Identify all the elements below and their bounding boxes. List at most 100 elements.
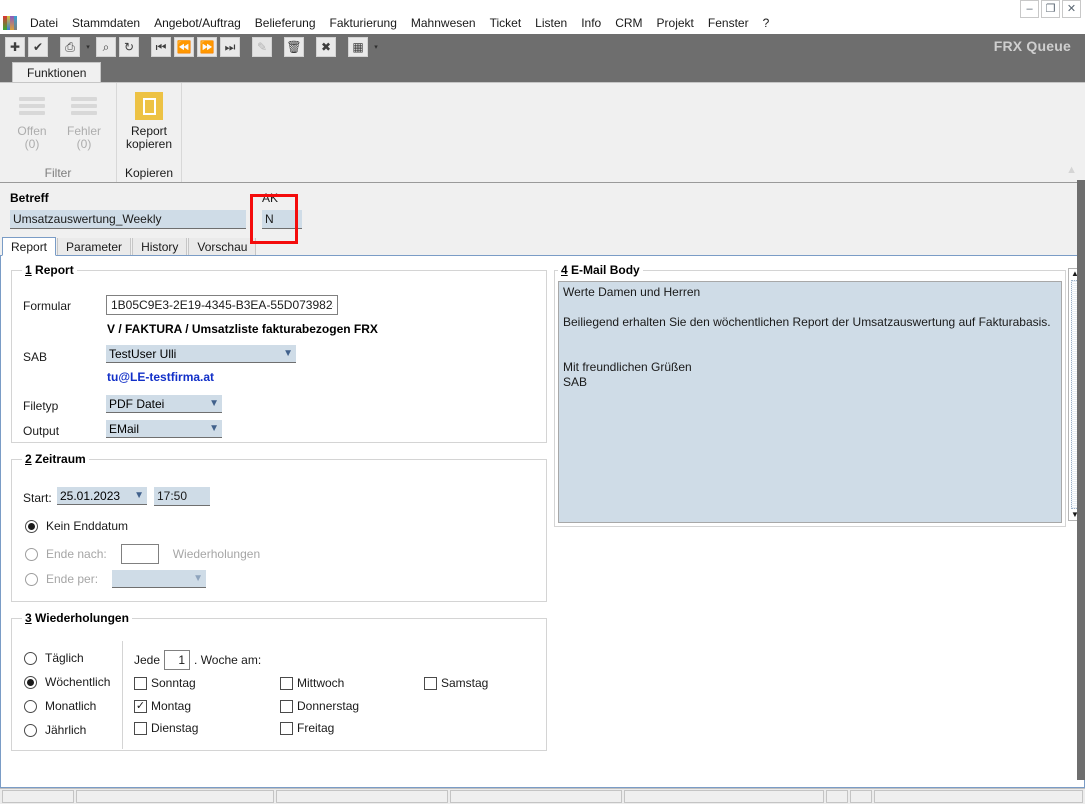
- ribbon-group-filter-items: Offen (0) Fehler (0): [6, 88, 110, 153]
- ende-per-datepicker[interactable]: ▼: [112, 570, 207, 588]
- menu-item-ticket[interactable]: Ticket: [483, 14, 529, 32]
- menu-item-datei[interactable]: Datei: [23, 14, 65, 32]
- radio-ende-nach-label: Ende nach:: [46, 547, 107, 561]
- checkbox-mittwoch-row[interactable]: Mittwoch: [280, 676, 344, 690]
- tab-report[interactable]: Report: [2, 237, 57, 256]
- checkbox-mittwoch[interactable]: [280, 676, 293, 690]
- checkbox-freitag-row[interactable]: Freitag: [280, 721, 334, 735]
- radio-monatlich-row[interactable]: Monatlich: [24, 699, 96, 713]
- ribbon-body: Offen (0) Fehler (0) Filter Report kopie…: [0, 82, 1085, 182]
- checkbox-dienstag-row[interactable]: Dienstag: [134, 721, 198, 735]
- restore-button[interactable]: ❐: [1041, 0, 1060, 18]
- betreff-label: Betreff: [10, 191, 49, 205]
- confirm-icon[interactable]: ✔: [28, 37, 48, 57]
- new-icon[interactable]: ✚: [5, 37, 25, 57]
- menu-item-listen[interactable]: Listen: [528, 14, 574, 32]
- radio-ende-per[interactable]: [25, 572, 38, 586]
- window-titlebar: – ❐ ✕: [0, 0, 1085, 18]
- group-zeitraum-number: 2: [25, 452, 32, 466]
- next-record-icon[interactable]: ⏩: [197, 37, 217, 57]
- interval-row: Jede . Woche am:: [134, 650, 261, 670]
- tab-vorschau[interactable]: Vorschau: [188, 237, 257, 255]
- menu-item-projekt[interactable]: Projekt: [650, 14, 701, 32]
- filetyp-value: PDF Datei: [109, 396, 165, 411]
- refresh-icon[interactable]: ↻: [119, 37, 139, 57]
- radio-jaehrlich[interactable]: [24, 723, 37, 737]
- ak-input[interactable]: [262, 210, 302, 229]
- radio-taeglich-row[interactable]: Täglich: [24, 651, 84, 665]
- radio-taeglich[interactable]: [24, 651, 37, 665]
- menu-item-info[interactable]: Info: [574, 14, 608, 32]
- tab-history[interactable]: History: [132, 237, 188, 255]
- print-dropdown-icon[interactable]: ▾: [83, 37, 93, 57]
- start-date-picker[interactable]: 25.01.2023 ▼: [57, 487, 147, 505]
- close-button[interactable]: ✕: [1062, 0, 1081, 18]
- radio-kein-enddatum[interactable]: [25, 519, 38, 533]
- print-icon[interactable]: ⎙: [60, 37, 80, 57]
- menu-item-help[interactable]: ?: [756, 14, 777, 32]
- checkbox-freitag[interactable]: [280, 721, 293, 735]
- group-zeitraum-legend: 2 Zeitraum: [22, 452, 89, 466]
- window-controls: – ❐ ✕: [1020, 0, 1081, 18]
- app-grid-logo-icon: [3, 15, 17, 30]
- grid-icon[interactable]: ▦: [348, 37, 368, 57]
- radio-ende-nach[interactable]: [25, 547, 38, 561]
- delete-icon[interactable]: 🗑: [284, 37, 304, 57]
- chevron-down-icon: ▼: [283, 348, 293, 359]
- search-icon[interactable]: ⌕: [96, 37, 116, 57]
- last-record-icon[interactable]: ⏭: [220, 37, 240, 57]
- cancel-icon[interactable]: ✖: [316, 37, 336, 57]
- grid-dropdown-icon[interactable]: ▾: [371, 37, 381, 57]
- checkbox-montag-row[interactable]: ✓ Montag: [134, 699, 191, 713]
- ribbon-button-report-kopieren[interactable]: Report kopieren: [123, 88, 175, 153]
- radio-jaehrlich-label: Jährlich: [45, 723, 87, 737]
- radio-kein-enddatum-row[interactable]: Kein Enddatum: [25, 519, 128, 533]
- ribbon-group-kopieren-items: Report kopieren: [123, 88, 175, 153]
- formular-input[interactable]: [106, 295, 338, 315]
- start-date-value: 25.01.2023: [60, 488, 121, 503]
- ribbon-button-fehler[interactable]: Fehler (0): [58, 88, 110, 153]
- minimize-button[interactable]: –: [1020, 0, 1039, 18]
- interval-input[interactable]: [164, 650, 191, 670]
- bottom-blank-area: [0, 752, 1085, 788]
- email-body-textarea[interactable]: Werte Damen und Herren Beiliegend erhalt…: [558, 281, 1062, 523]
- formular-label: Formular: [23, 299, 72, 313]
- filetyp-combobox[interactable]: PDF Datei ▼: [106, 395, 222, 413]
- menu-item-stammdaten[interactable]: Stammdaten: [65, 14, 147, 32]
- radio-jaehrlich-row[interactable]: Jährlich: [24, 723, 86, 737]
- menu-item-fenster[interactable]: Fenster: [701, 14, 756, 32]
- ribbon-tab-funktionen[interactable]: Funktionen: [12, 62, 102, 83]
- previous-record-icon[interactable]: ⏪: [174, 37, 194, 57]
- checkbox-sonntag[interactable]: [134, 676, 147, 690]
- menu-item-crm[interactable]: CRM: [608, 14, 649, 32]
- checkbox-donnerstag[interactable]: [280, 699, 293, 713]
- checkbox-samstag-row[interactable]: Samstag: [424, 676, 488, 690]
- menu-item-mahnwesen[interactable]: Mahnwesen: [404, 14, 483, 32]
- start-time-input[interactable]: [154, 487, 210, 506]
- menu-item-belieferung[interactable]: Belieferung: [248, 14, 323, 32]
- ribbon-button-offen[interactable]: Offen (0): [6, 88, 58, 153]
- group-report-legend: 1 Report: [22, 263, 77, 277]
- checkbox-sonntag-row[interactable]: Sonntag: [134, 676, 196, 690]
- radio-woechentlich-row[interactable]: Wöchentlich: [24, 675, 110, 689]
- menu-item-fakturierung[interactable]: Fakturierung: [323, 14, 404, 32]
- radio-ende-per-row[interactable]: Ende per: ▼: [25, 570, 207, 588]
- sab-combobox[interactable]: TestUser Ulli ▼: [106, 345, 296, 363]
- first-record-icon[interactable]: ⏮: [151, 37, 171, 57]
- checkbox-montag[interactable]: ✓: [134, 699, 147, 713]
- checkbox-samstag[interactable]: [424, 676, 437, 690]
- ende-nach-input[interactable]: [120, 544, 159, 564]
- checkbox-donnerstag-row[interactable]: Donnerstag: [280, 699, 359, 713]
- jede-label: Jede: [134, 653, 161, 667]
- window-vertical-scrollbar[interactable]: [1077, 180, 1085, 780]
- menu-item-angebot-auftrag[interactable]: Angebot/Auftrag: [147, 14, 248, 32]
- sab-email-link[interactable]: tu@LE-testfirma.at: [107, 370, 214, 384]
- chevron-up-icon[interactable]: ▲: [1066, 164, 1077, 176]
- radio-woechentlich[interactable]: [24, 675, 37, 689]
- checkbox-dienstag[interactable]: [134, 721, 147, 735]
- betreff-input[interactable]: [10, 210, 246, 229]
- radio-ende-nach-row[interactable]: Ende nach: Wiederholungen: [25, 544, 260, 564]
- radio-monatlich[interactable]: [24, 699, 37, 713]
- output-combobox[interactable]: EMail ▼: [106, 420, 222, 438]
- tab-parameter[interactable]: Parameter: [57, 237, 132, 255]
